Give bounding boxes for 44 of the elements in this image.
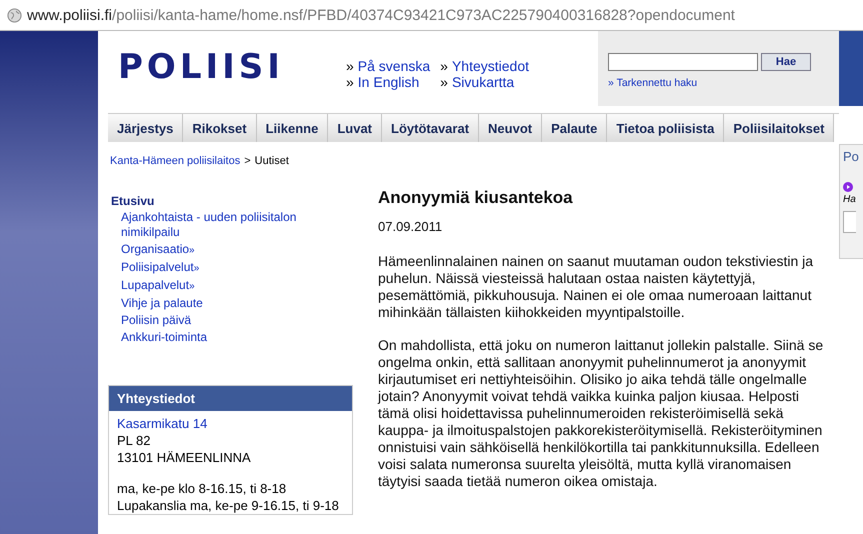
- sidebar-item[interactable]: Organisaatio»: [121, 242, 321, 258]
- address-link[interactable]: Kasarmikatu 14: [117, 416, 208, 431]
- opening-hours: Lupakanslia ma, ke-pe 9-16.15, ti 9-18: [117, 497, 340, 514]
- side-panel-label: Ha: [843, 194, 857, 205]
- sidebar-item[interactable]: Ajankohtaista - uuden poliisitalon nimikilpailu: [121, 210, 321, 240]
- contact-title: Yhteystiedot: [109, 386, 352, 411]
- nav-tab[interactable]: Liikenne: [256, 114, 328, 142]
- nav-tab[interactable]: Poliisilaitokset: [724, 114, 834, 142]
- side-panel-title: Po: [843, 149, 860, 164]
- sidebar-item[interactable]: Poliisipalvelut»: [121, 260, 321, 276]
- sidebar-item[interactable]: Lupapalvelut»: [121, 278, 321, 294]
- article-date: 07.09.2011: [378, 218, 444, 235]
- nav-tab[interactable]: Järjestys: [108, 114, 184, 142]
- breadcrumb-separator: >: [244, 155, 251, 167]
- nav-tab[interactable]: Tietoa poliisista: [607, 114, 724, 142]
- header-link[interactable]: » In English: [346, 74, 430, 90]
- address-line: PL 82: [117, 432, 152, 449]
- nav-tab[interactable]: Palaute: [542, 114, 608, 142]
- header-link[interactable]: » På svenska: [346, 58, 430, 74]
- sidebar-item[interactable]: Ankkuri-toiminta: [121, 330, 321, 345]
- side-panel-field[interactable]: [843, 211, 856, 233]
- search-button[interactable]: Hae: [761, 53, 811, 71]
- breadcrumb-link[interactable]: Kanta-Hämeen poliisilaitos: [110, 155, 240, 167]
- sidebar-item[interactable]: Poliisin päivä: [121, 313, 321, 328]
- nav-tab[interactable]: Rikokset: [183, 114, 257, 142]
- address-line: 13101 HÄMEENLINNA: [117, 449, 252, 466]
- address-field[interactable]: www.poliisi.fi/poliisi/kanta-hame/home.nsf/PFBD/40374C93421C973AC225790400316828?opendocument: [27, 6, 735, 24]
- play-icon[interactable]: [843, 182, 853, 192]
- nav-tab[interactable]: Luvat: [328, 114, 382, 142]
- nav-tab[interactable]: Neuvot: [479, 114, 542, 142]
- nav-tab[interactable]: Löytötavarat: [382, 114, 480, 142]
- article-paragraph: Hämeenlinnalainen nainen on saanut muutaman oudon tekstiviestin ja puhelun. Näissä viesteissä halutaan ostaa naisten käytettyjä, pesemättömiä, pikkuhousuja. Nainen ei ole omaa numeroaan laittanut mihinkään tällaisten kiihokkeiden myyntipalstoille.: [378, 253, 814, 321]
- site-logo[interactable]: POLIISI: [98, 31, 346, 106]
- sidebar-heading[interactable]: Etusivu: [111, 194, 353, 208]
- sidebar-item[interactable]: Vihje ja palaute: [121, 296, 321, 311]
- search-field[interactable]: [608, 53, 758, 71]
- globe-icon: [7, 8, 22, 22]
- breadcrumb-current: Uutiset: [254, 155, 289, 167]
- article-title: Anonyymiä kiusantekoa: [378, 189, 574, 206]
- opening-hours: ma, ke-pe klo 8-16.15, ti 8-18: [117, 480, 288, 497]
- header-link[interactable]: » Sivukartta: [440, 74, 530, 90]
- article-paragraph: On mahdollista, että joku on numeron laittanut jollekin palstalle. Siinä se ongelma onkin, että sallitaan anonyymit puhelinnumerot ja anonyymit kirjautumiset eri nettiyhteisöihin. Olisiko jo aika tehdä tälle ongelmalle jotain? Anonyymit voivat tehdä vaikka kuinka paljon kiusaa. Helposti tämä olisi hoidettavissa puhelinnumeroiden rekisteröimisellä sekä kauppa- ja ilmoituspalstojen pakkorekisteröitymisellä. Rekisteröityminen onnistuisi vain sähköisellä henkilökortilla tai pankkitunnuksilla. Edelleen voisi salata numeronsa suurelta yleisöltä, mutta kyllä viranomaisen täytyisi saada tietää numeron oikea omistaja.: [378, 337, 824, 490]
- advanced-search-link[interactable]: » Tarkennettu haku: [608, 77, 839, 89]
- header-link[interactable]: » Yhteystiedot: [440, 58, 530, 74]
